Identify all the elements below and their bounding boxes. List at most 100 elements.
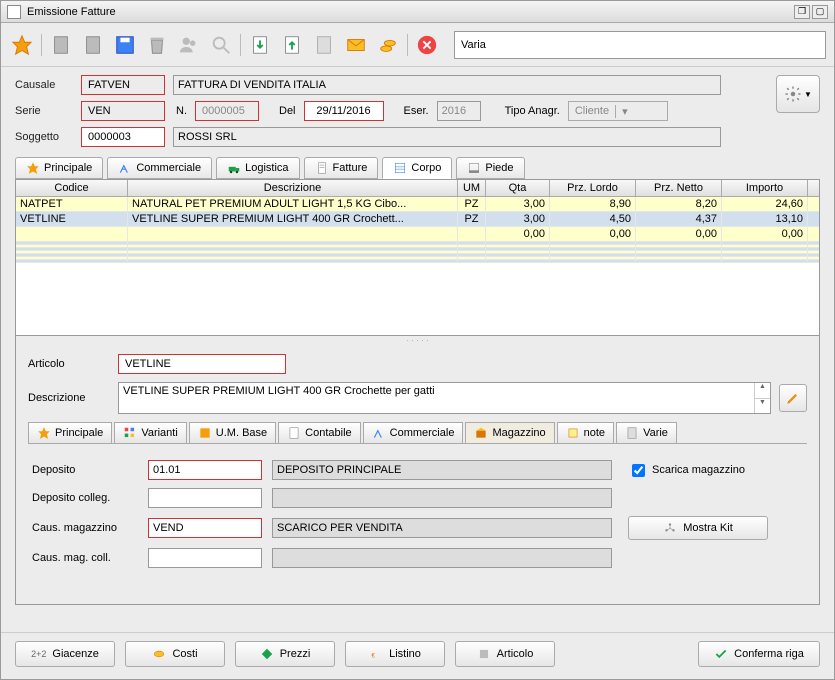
tab-commerciale[interactable]: Commerciale [107, 157, 212, 179]
causale-input[interactable] [86, 78, 160, 92]
export-icon[interactable] [279, 32, 305, 58]
tab-fatture[interactable]: Fatture [304, 157, 379, 179]
svg-text:€: € [371, 653, 375, 660]
app-icon [7, 5, 21, 19]
scarica-checkbox[interactable]: Scarica magazzino [628, 461, 745, 480]
conferma-riga-button[interactable]: Conferma riga [698, 641, 820, 667]
toolbar: Varia [1, 23, 834, 67]
listino-button[interactable]: €Listino [345, 641, 445, 667]
deposito-desc: DEPOSITO PRINCIPALE [272, 460, 612, 480]
descrizione-input[interactable] [119, 383, 754, 413]
tipoanagr-value: Cliente [569, 105, 615, 117]
label-tipoanagr: Tipo Anagr. [505, 105, 560, 117]
table-row[interactable] [16, 260, 819, 263]
tab-piede[interactable]: Piede [456, 157, 524, 179]
restore-icon[interactable]: ❐ [794, 5, 810, 19]
label-causmag: Caus. magazzino [32, 522, 138, 534]
close-icon[interactable] [414, 32, 440, 58]
causmag-desc: SCARICO PER VENDITA [272, 518, 612, 538]
soggetto-input[interactable] [86, 130, 160, 144]
coins-icon[interactable] [375, 32, 401, 58]
spin-up-icon[interactable]: ▲ [755, 383, 770, 399]
subtab-varie[interactable]: Varie [616, 422, 677, 443]
subtab-umbase[interactable]: U.M. Base [189, 422, 276, 443]
new-star-icon[interactable] [9, 32, 35, 58]
costi-button[interactable]: Costi [125, 641, 225, 667]
label-descr: Descrizione [28, 392, 110, 404]
soggetto-desc: ROSSI SRL [178, 131, 237, 143]
doc2-icon[interactable] [80, 32, 106, 58]
import-icon[interactable] [247, 32, 273, 58]
chevron-down-icon: ▼ [804, 90, 812, 99]
header-form: ▼ Causale FATTURA DI VENDITA ITALIA Seri… [1, 67, 834, 153]
col-qta[interactable]: Qta [486, 180, 550, 196]
col-um[interactable]: UM [458, 180, 486, 196]
subtab-note[interactable]: note [557, 422, 614, 443]
table-row[interactable]: VETLINEVETLINE SUPER PREMIUM LIGHT 400 G… [16, 212, 819, 227]
descrizione-wrap: ▲▼ [118, 382, 771, 414]
save-icon[interactable] [112, 32, 138, 58]
col-descrizione[interactable]: Descrizione [128, 180, 458, 196]
tab-principale[interactable]: Principale [15, 157, 103, 179]
prezzi-button[interactable]: Prezzi [235, 641, 335, 667]
tipoanagr-combo[interactable]: Cliente▾ [568, 101, 668, 121]
table-row[interactable]: 0,000,000,000,00 [16, 227, 819, 242]
col-importo[interactable]: Importo [722, 180, 808, 196]
label-depositocolleg: Deposito colleg. [32, 492, 138, 504]
subtabs: Principale Varianti U.M. Base Contabile … [28, 422, 807, 444]
invoice-window: Emissione Fatture ❐ ▢ Varia ▼ Causale [0, 0, 835, 680]
splitter[interactable]: · · · · · [15, 336, 820, 344]
grid-body[interactable]: NATPETNATURAL PET PREMIUM ADULT LIGHT 1,… [16, 197, 819, 335]
titlebar: Emissione Fatture ❐ ▢ [1, 1, 834, 23]
numero-input[interactable] [200, 104, 254, 118]
col-netto[interactable]: Prz. Netto [636, 180, 722, 196]
articolo-button[interactable]: Articolo [455, 641, 555, 667]
label-del: Del [279, 105, 296, 117]
trash-icon[interactable] [144, 32, 170, 58]
main-tabs: Principale Commerciale Logistica Fatture… [1, 153, 834, 179]
subtab-commerciale[interactable]: Commerciale [363, 422, 464, 443]
col-codice[interactable]: Codice [16, 180, 128, 196]
label-serie: Serie [15, 105, 73, 117]
footer-buttons: 2+2Giacenze Costi Prezzi €Listino Artico… [1, 632, 834, 679]
subtab-magazzino[interactable]: Magazzino [465, 422, 554, 443]
serie-input[interactable] [86, 104, 160, 118]
window-title: Emissione Fatture [27, 6, 116, 18]
users-icon[interactable] [176, 32, 202, 58]
subtab-varianti[interactable]: Varianti [114, 422, 186, 443]
col-lordo[interactable]: Prz. Lordo [550, 180, 636, 196]
line-grid: Codice Descrizione UM Qta Prz. Lordo Prz… [15, 179, 820, 336]
articolo-input[interactable] [123, 357, 281, 371]
label-eser: Eser. [404, 105, 429, 117]
causmagcoll-input[interactable] [148, 548, 262, 568]
eser-value: 2016 [442, 105, 466, 117]
tab-corpo[interactable]: Corpo [382, 157, 452, 179]
depositocolleg-desc [272, 488, 612, 508]
giacenze-button[interactable]: 2+2Giacenze [15, 641, 115, 667]
magazzino-panel: Deposito 01.01 DEPOSITO PRINCIPALE Scari… [28, 444, 807, 604]
subtab-contabile[interactable]: Contabile [278, 422, 360, 443]
varia-label: Varia [461, 39, 486, 51]
causale-desc: FATTURA DI VENDITA ITALIA [178, 79, 326, 91]
tab-logistica[interactable]: Logistica [216, 157, 299, 179]
spin-down-icon[interactable]: ▼ [755, 399, 770, 414]
deposito-input[interactable]: 01.01 [148, 460, 262, 480]
chevron-down-icon: ▾ [615, 105, 631, 118]
subtab-principale[interactable]: Principale [28, 422, 112, 443]
causmag-input[interactable]: VEND [148, 518, 262, 538]
edit-button[interactable] [779, 384, 807, 412]
settings-button[interactable]: ▼ [776, 75, 820, 113]
varia-field[interactable]: Varia [454, 31, 826, 59]
causmagcoll-desc [272, 548, 612, 568]
search-icon[interactable] [208, 32, 234, 58]
doc1-icon[interactable] [48, 32, 74, 58]
mail-icon[interactable] [343, 32, 369, 58]
doc-check-icon[interactable] [311, 32, 337, 58]
label-deposito: Deposito [32, 464, 138, 476]
table-row[interactable]: NATPETNATURAL PET PREMIUM ADULT LIGHT 1,… [16, 197, 819, 212]
mostra-kit-button[interactable]: Mostra Kit [628, 516, 768, 540]
data-input[interactable] [309, 104, 379, 118]
depositocolleg-input[interactable] [148, 488, 262, 508]
label-articolo: Articolo [28, 358, 110, 370]
maximize-icon[interactable]: ▢ [812, 5, 828, 19]
